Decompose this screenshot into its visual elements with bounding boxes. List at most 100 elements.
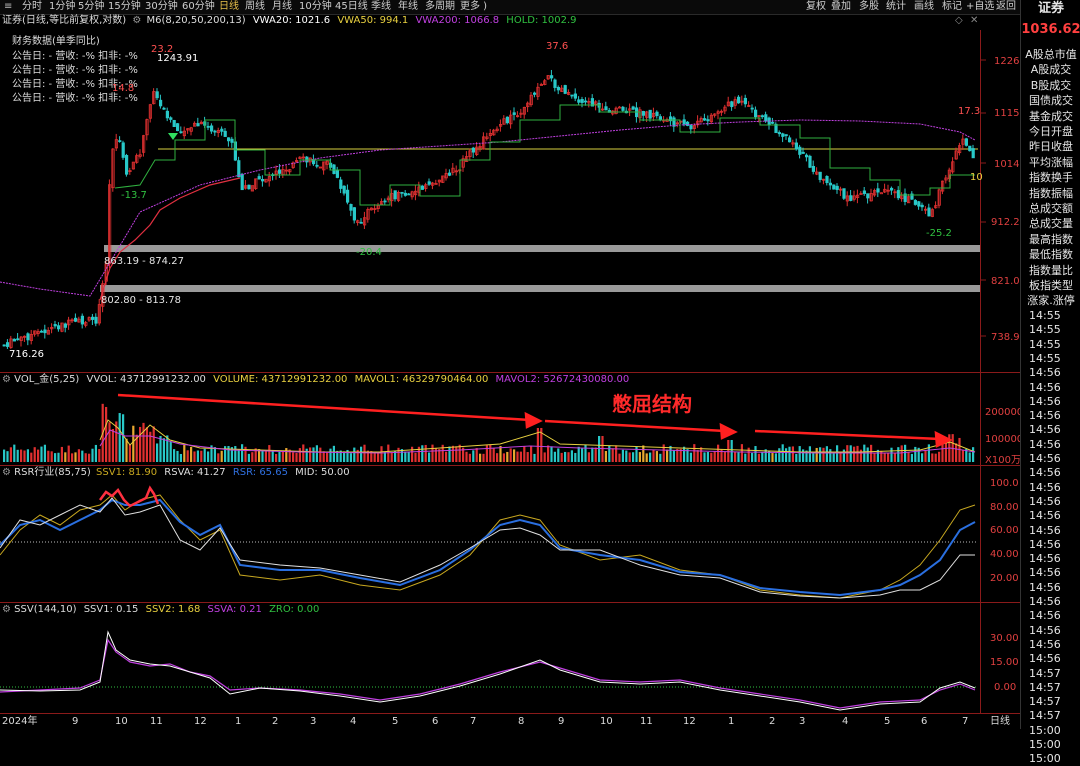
candle-body bbox=[162, 107, 166, 110]
candle-body bbox=[754, 109, 758, 118]
volume-bar bbox=[567, 452, 570, 462]
candle-body bbox=[798, 146, 802, 155]
volume-bar bbox=[458, 444, 461, 462]
candle-body bbox=[682, 119, 686, 125]
candle-body bbox=[512, 112, 516, 115]
volume-bar bbox=[98, 449, 101, 462]
label-m25-2: -25.2 bbox=[926, 228, 952, 239]
candle-body bbox=[209, 125, 214, 132]
stats-menu-item[interactable]: 总成交额 bbox=[1021, 202, 1080, 216]
stats-menu-item[interactable]: 最高指数 bbox=[1021, 233, 1080, 247]
chart-canvas[interactable]: 23.2 1243.91 14.8 -13.7 37.6 -20.4 17.3 … bbox=[0, 0, 1020, 729]
y-tick: 912.2 bbox=[991, 217, 1020, 228]
volume-bar bbox=[261, 450, 264, 462]
x-axis-month: 11 bbox=[640, 716, 653, 727]
volume-bar bbox=[778, 448, 781, 462]
volume-bar bbox=[489, 444, 492, 462]
label-m13-7: -13.7 bbox=[121, 190, 147, 201]
volume-bar bbox=[3, 449, 6, 462]
settings-icon[interactable]: ⚙ bbox=[2, 467, 11, 478]
candle-body bbox=[842, 188, 846, 199]
vol-title[interactable]: VOL_金(5,25) bbox=[14, 374, 79, 385]
volume-bar bbox=[788, 446, 791, 462]
stats-menu-item[interactable]: 平均涨幅 bbox=[1021, 156, 1080, 170]
volume-bar bbox=[186, 450, 189, 462]
volume-bar bbox=[353, 447, 356, 462]
volume-bar bbox=[713, 451, 716, 462]
settings-icon[interactable]: ⚙ bbox=[2, 604, 11, 615]
candle-body bbox=[648, 109, 652, 119]
volume-bar bbox=[587, 452, 590, 462]
stats-menu-item[interactable]: 总成交量 bbox=[1021, 217, 1080, 231]
tick-time: 14:56 bbox=[1029, 580, 1061, 594]
volume-bar bbox=[278, 451, 281, 462]
volume-bar bbox=[268, 445, 271, 462]
candle-body bbox=[553, 79, 557, 88]
candle-body bbox=[125, 155, 129, 175]
stats-menu-item[interactable]: 昨日收盘 bbox=[1021, 140, 1080, 154]
volume-bar bbox=[904, 444, 907, 462]
stats-menu-item[interactable]: 今日开盘 bbox=[1021, 125, 1080, 139]
volume-bar bbox=[523, 446, 526, 462]
candle-body bbox=[964, 138, 969, 146]
volume-bar bbox=[448, 446, 451, 462]
candle-body bbox=[121, 142, 125, 158]
volume-bar bbox=[914, 446, 917, 462]
volume-bar bbox=[159, 435, 162, 462]
candle-body bbox=[240, 173, 244, 191]
ssva-value: SSVA: 0.21 bbox=[207, 604, 262, 615]
stats-menu-item[interactable]: B股成交 bbox=[1021, 79, 1080, 93]
candle-body bbox=[407, 193, 411, 196]
vol-y-tick: 100000 bbox=[985, 434, 1020, 445]
volume-bar bbox=[377, 452, 380, 462]
volume-bar bbox=[111, 428, 114, 462]
volume-bar bbox=[169, 441, 172, 462]
candle-body bbox=[206, 125, 210, 128]
volume-bar bbox=[509, 448, 512, 462]
settings-icon[interactable]: ⚙ bbox=[2, 374, 11, 385]
ssv-title[interactable]: SSV(144,10) bbox=[14, 604, 76, 615]
candle-body bbox=[172, 120, 176, 127]
stats-menu-item[interactable]: A股总市值 bbox=[1021, 48, 1080, 62]
candle-body bbox=[556, 86, 561, 91]
volume-bar bbox=[183, 444, 186, 462]
candle-body bbox=[155, 91, 159, 99]
stats-menu-item[interactable]: 基金成交 bbox=[1021, 110, 1080, 124]
candle-body bbox=[80, 315, 84, 325]
rsr-value: RSR: 65.65 bbox=[232, 467, 288, 478]
volume-bar bbox=[791, 446, 794, 462]
volume-bar bbox=[26, 449, 29, 462]
tick-time: 14:56 bbox=[1029, 637, 1061, 651]
candle-body bbox=[63, 323, 67, 328]
stats-menu-item[interactable]: 涨家.涨停 bbox=[1021, 294, 1080, 308]
volume-bar bbox=[16, 449, 19, 462]
volume-bar bbox=[666, 449, 669, 462]
stats-menu-item[interactable]: A股成交 bbox=[1021, 63, 1080, 77]
volume-bar bbox=[485, 445, 488, 462]
volume-bar bbox=[315, 445, 318, 462]
x-axis-month: 2 bbox=[272, 716, 279, 727]
candle-body bbox=[2, 344, 6, 347]
volume-bar bbox=[608, 445, 611, 462]
ssv-y-tick: 30.00 bbox=[990, 633, 1019, 644]
volume-bar bbox=[220, 450, 223, 462]
security-name: 证券 bbox=[1037, 1, 1064, 16]
stats-menu-item[interactable]: 国债成交 bbox=[1021, 94, 1080, 108]
volume-bar bbox=[468, 453, 471, 462]
stats-menu-item[interactable]: 指数振幅 bbox=[1021, 187, 1080, 201]
volume-bar bbox=[479, 453, 482, 462]
volume-bar bbox=[57, 452, 60, 462]
tick-time: 14:56 bbox=[1029, 409, 1061, 423]
volume-bar bbox=[132, 425, 135, 462]
stats-menu-item[interactable]: 板指类型 bbox=[1021, 279, 1080, 293]
stats-menu-item[interactable]: 指数换手 bbox=[1021, 171, 1080, 185]
stats-menu-item[interactable]: 指数量比 bbox=[1021, 264, 1080, 278]
volume-bar bbox=[506, 451, 509, 462]
pattern-note: 憋屈结构 bbox=[612, 392, 692, 416]
volume-bar bbox=[237, 449, 240, 462]
rsr-title[interactable]: RSR行业(85,75) bbox=[14, 467, 91, 478]
mid-value: MID: 50.00 bbox=[295, 467, 350, 478]
candle-body bbox=[818, 171, 822, 180]
volume-bar bbox=[173, 449, 176, 462]
stats-menu-item[interactable]: 最低指数 bbox=[1021, 248, 1080, 262]
